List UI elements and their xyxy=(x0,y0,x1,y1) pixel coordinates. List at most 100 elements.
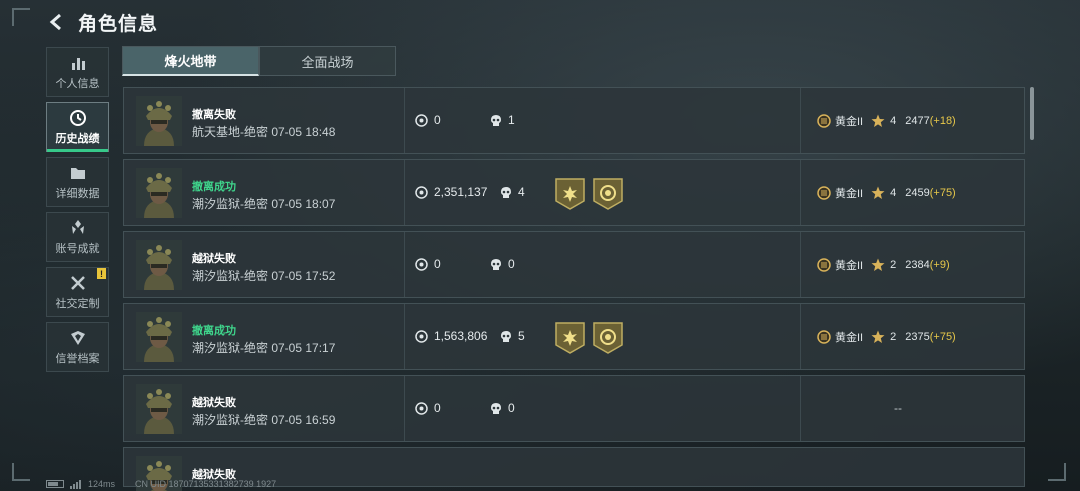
kill-value: 5 xyxy=(518,329,525,343)
rank-delta: (+75) xyxy=(929,187,956,199)
uid-text: CN UID 18707135331382739 1927 xyxy=(135,479,277,489)
shield-icon xyxy=(70,330,85,345)
divider xyxy=(800,88,801,153)
signal-icon xyxy=(70,479,82,489)
divider xyxy=(404,160,405,225)
match-result: 撤离成功 xyxy=(192,181,236,193)
currency-icon xyxy=(415,401,428,415)
kill-value: 4 xyxy=(518,185,525,199)
match-result: 越狱失败 xyxy=(192,253,236,265)
money-stat: 0 xyxy=(415,113,441,127)
operator-avatar xyxy=(136,384,182,434)
divider xyxy=(404,376,405,441)
sidebar-item-reputation[interactable]: 信誉档案 xyxy=(46,322,109,372)
skull-icon xyxy=(501,330,511,342)
rank-stars: 4 xyxy=(890,115,897,127)
back-arrow-icon[interactable] xyxy=(46,11,68,33)
sidebar-item-match-history[interactable]: 历史战绩 xyxy=(46,102,109,152)
tab-full-battlefield[interactable]: 全面战场 xyxy=(259,46,396,76)
achievement-icon xyxy=(71,219,84,234)
skull-icon xyxy=(491,114,501,126)
list-scrollbar[interactable] xyxy=(1030,87,1034,140)
medal-badges xyxy=(554,321,630,355)
rank-tier: 黄金II xyxy=(835,332,864,344)
rank-delta: (+9) xyxy=(929,259,950,271)
sidebar: 个人信息 历史战绩 详细数据 账号成就 社交定制 ! 信誉档案 xyxy=(46,47,109,377)
rank-info: 黄金II 4 2459 (+75) xyxy=(817,185,956,201)
rank-placeholder: -- xyxy=(894,401,902,415)
match-row[interactable]: 撤离成功 潮汐监狱-绝密 07-05 17:17 1,563,806 5 黄金II 2 2… xyxy=(123,303,1025,370)
rank-tier-icon xyxy=(817,186,831,200)
sidebar-item-personal-info[interactable]: 个人信息 xyxy=(46,47,109,97)
page-title: 角色信息 xyxy=(78,13,159,35)
tab-hazard-zone[interactable]: 烽火地带 xyxy=(122,46,259,76)
sidebar-item-label: 详细数据 xyxy=(55,187,100,200)
match-detail: 潮汐监狱-绝密 07-05 17:17 xyxy=(192,341,336,355)
divider xyxy=(404,304,405,369)
divider xyxy=(800,376,801,441)
star-icon xyxy=(871,258,885,271)
sidebar-item-social-custom[interactable]: 社交定制 ! xyxy=(46,267,109,317)
match-row[interactable]: 越狱失败 潮汐监狱-绝密 07-05 16:59 0 0 -- xyxy=(123,375,1025,442)
money-value: 0 xyxy=(434,257,441,271)
rank-tier-icon xyxy=(817,330,831,344)
match-row[interactable]: 撤离失败 航天基地-绝密 07-05 18:48 0 1 黄金II 4 2477 (+18) xyxy=(123,87,1025,154)
battery-icon xyxy=(46,480,64,488)
money-stat: 1,563,806 xyxy=(415,329,487,343)
frame-corner xyxy=(12,463,30,481)
status-footer: 124ms CN UID 18707135331382739 1927 xyxy=(46,477,276,491)
match-row[interactable]: 撤离成功潮汐监狱-绝密 07-05 18:07 2,351,137 4 黄金II 4 2… xyxy=(123,159,1025,226)
currency-icon xyxy=(415,185,428,199)
match-detail: 潮汐监狱-绝密 07-05 17:52 xyxy=(192,269,336,283)
target-medal-icon xyxy=(593,178,623,210)
alert-badge: ! xyxy=(97,268,106,279)
sidebar-item-label: 社交定制 xyxy=(55,297,100,310)
rank-delta: (+75) xyxy=(929,331,956,343)
star-icon xyxy=(871,186,885,199)
rank-delta: (+18) xyxy=(929,115,956,127)
rank-score: 2477 xyxy=(905,115,930,127)
money-value: 0 xyxy=(434,113,441,127)
currency-icon xyxy=(415,113,428,127)
match-detail: 潮汐监狱-绝密 07-05 18:07 xyxy=(192,197,336,211)
match-row[interactable]: 越狱失败潮汐监狱-绝密 07-05 17:52 0 0 黄金II 2 2384 (+9) xyxy=(123,231,1025,298)
frame-corner xyxy=(1048,463,1066,481)
sun-medal-icon xyxy=(555,178,585,210)
divider xyxy=(800,304,801,369)
rank-info: 黄金II 4 2477 (+18) xyxy=(817,113,956,129)
sidebar-item-label: 信誉档案 xyxy=(55,352,100,365)
money-stat: 2,351,137 xyxy=(415,185,487,199)
tools-icon xyxy=(70,275,85,290)
bar-chart-icon xyxy=(71,57,85,70)
money-value: 1,563,806 xyxy=(434,329,488,343)
target-medal-icon xyxy=(593,322,623,354)
operator-avatar xyxy=(136,96,182,146)
sidebar-item-label: 个人信息 xyxy=(55,77,100,90)
rank-stars: 2 xyxy=(890,331,897,343)
money-value: 0 xyxy=(434,401,441,415)
star-icon xyxy=(871,114,885,127)
kill-stat: 4 xyxy=(500,185,525,199)
header: 角色信息 xyxy=(46,8,158,36)
rank-info: 黄金II 2 2375 (+75) xyxy=(817,329,956,345)
sidebar-item-label: 历史战绩 xyxy=(55,132,100,145)
match-list[interactable]: 撤离失败 航天基地-绝密 07-05 18:48 0 1 黄金II 4 2477 (+18) … xyxy=(123,87,1025,491)
sidebar-item-achievements[interactable]: 账号成就 xyxy=(46,212,109,262)
sidebar-item-detailed-data[interactable]: 详细数据 xyxy=(46,157,109,207)
kill-value: 0 xyxy=(508,257,515,271)
star-icon xyxy=(871,330,885,343)
rank-info: 黄金II 2 2384 (+9) xyxy=(817,257,950,273)
operator-avatar xyxy=(136,240,182,290)
rank-tier-icon xyxy=(817,114,831,128)
match-result: 撤离成功 xyxy=(192,325,236,337)
rank-tier: 黄金II xyxy=(835,116,864,128)
match-detail: 航天基地-绝密 07-05 18:48 xyxy=(192,125,336,139)
kill-value: 0 xyxy=(508,401,515,415)
currency-icon xyxy=(415,257,428,271)
sidebar-item-label: 账号成就 xyxy=(55,242,100,255)
operator-avatar xyxy=(136,312,182,362)
kill-value: 1 xyxy=(508,113,515,127)
divider xyxy=(800,232,801,297)
currency-icon xyxy=(415,329,428,343)
medal-badges xyxy=(554,177,630,211)
